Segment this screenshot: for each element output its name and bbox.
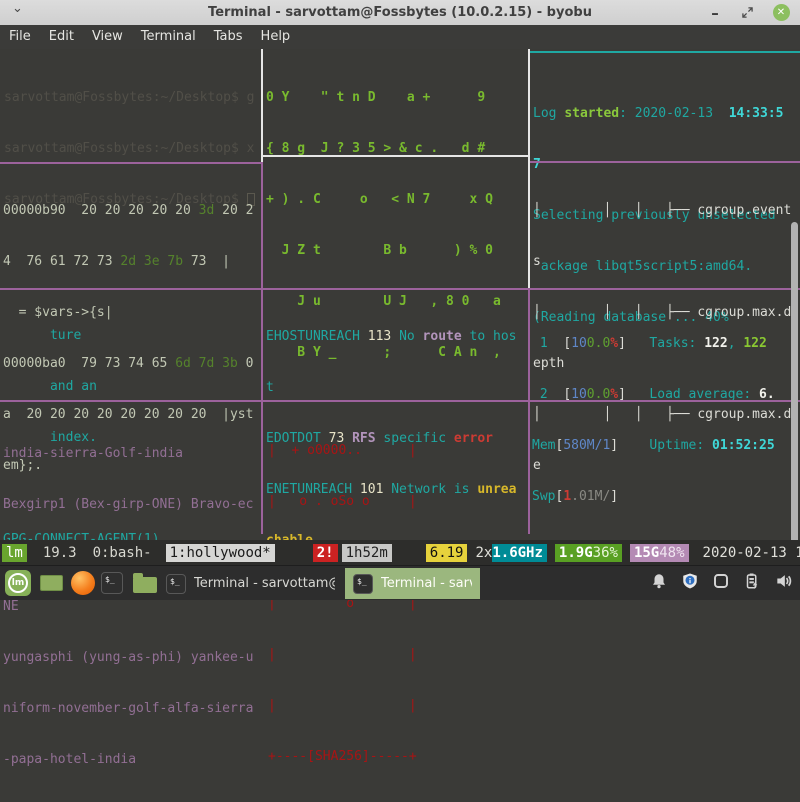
cpu-frequency: 1.6GHz	[492, 544, 547, 562]
scrollbar[interactable]	[791, 222, 798, 562]
menu-bar: File Edit View Terminal Tabs Help	[0, 25, 800, 49]
terminal-line: Swp[1.01M/]	[532, 488, 775, 505]
pane-border-vertical-2-top	[528, 49, 530, 289]
pane-htop[interactable]: 1 [100.0%] Tasks: 122, 122 2 [100.0%] Lo…	[532, 301, 775, 539]
terminal-line: Mem[580M/1] Uptime: 01:52:25	[532, 437, 775, 454]
taskbar: lm $_ $_ Terminal - sarvottam@Fos… $_ Te…	[0, 565, 800, 600]
terminal-line: niform-november-golf-alfa-sierra	[3, 700, 253, 717]
desktop-icon	[40, 575, 63, 591]
maximize-button[interactable]	[732, 0, 762, 25]
taskbar-window-2-active[interactable]: $_ Terminal - sarvottam@Fos…	[345, 568, 480, 599]
uptime-indicator: 1h52m	[342, 544, 392, 562]
workspace-square-icon[interactable]	[712, 572, 730, 594]
menu-help[interactable]: Help	[252, 25, 300, 49]
system-tray	[650, 566, 794, 600]
close-button[interactable]: ✕	[766, 0, 796, 25]
taskbar-window-1[interactable]: $_ Terminal - sarvottam@Fos…	[158, 568, 343, 599]
terminal-launcher[interactable]: $_	[101, 566, 123, 600]
terminal-line: s	[533, 253, 791, 270]
terminal-line: india-sierra-Golf-india	[3, 445, 253, 462]
distro-badge: lm	[2, 544, 27, 562]
menu-file[interactable]: File	[0, 25, 40, 49]
battery-icon[interactable]	[743, 572, 761, 594]
terminal-line: | + o0000.. |	[268, 442, 417, 459]
window-title: Terminal - sarvottam@Fossbytes (10.0.2.1…	[0, 5, 800, 20]
terminal-line: │ │ │ ├── cgroup.event	[533, 202, 791, 219]
terminal-line: J Z t B b ) % 0	[266, 242, 501, 259]
pane-border-h1-middle	[263, 155, 528, 157]
load-indicator: 6.19	[426, 544, 468, 562]
pane-border-h1-left	[0, 162, 261, 164]
menu-terminal[interactable]: Terminal	[132, 25, 205, 49]
terminal-line: NE	[3, 598, 253, 615]
pane-randomart[interactable]: | + o0000.. | | o . oSo o | | . + = | | …	[268, 408, 417, 799]
folder-icon	[133, 577, 157, 593]
terminal-line: -papa-hotel-india	[3, 751, 253, 768]
pane-border-vertical-1-bottom	[261, 162, 263, 534]
pane-border-teal-top	[530, 51, 800, 53]
minimize-button[interactable]: –	[700, 0, 730, 25]
volume-icon[interactable]	[774, 571, 794, 595]
byobu-window-0[interactable]: 0:bash-	[89, 544, 156, 562]
notifications-bell-icon[interactable]	[650, 572, 668, 594]
close-icon: ✕	[773, 4, 790, 21]
terminal-line: + ) . C o < N 7 x Q	[266, 191, 501, 208]
terminal-line: 1 [100.0%] Tasks: 122, 122	[532, 335, 775, 352]
distro-version: 19.3	[39, 544, 81, 562]
pane-phonetic[interactable]: india-sierra-Golf-india Bexgirp1 (Bex-gi…	[3, 411, 253, 802]
terminal-icon: $_	[166, 574, 186, 594]
alert-badge: 2!	[313, 544, 338, 562]
terminal-line: | |	[268, 697, 417, 714]
terminal-line: | |	[268, 646, 417, 663]
files-launcher[interactable]	[133, 566, 157, 600]
title-bar[interactable]: ⌄ Terminal - sarvottam@Fossbytes (10.0.2…	[0, 0, 800, 25]
mint-logo-icon: lm	[5, 570, 31, 596]
pane-border-h2	[0, 288, 800, 290]
terminal-line: EHOSTUNREACH 113 No route to hos	[266, 328, 516, 345]
terminal-line: ture	[3, 327, 160, 344]
terminal-line: Log started: 2020-02-13 14:33:5	[533, 105, 783, 122]
terminal-line: | o . oSo o |	[268, 493, 417, 510]
cpu-count: 2x	[471, 544, 492, 562]
memory-indicator: 1.9G36%	[555, 544, 622, 562]
terminal-icon: $_	[101, 572, 123, 594]
terminal-line: sarvottam@Fossbytes:~/Desktop$ x	[4, 140, 255, 157]
menu-tabs[interactable]: Tabs	[205, 25, 252, 49]
terminal-line: +----[SHA256]-----+	[268, 748, 417, 765]
terminal-line: 0 Y " t n D a + 9	[266, 89, 501, 106]
terminal-line: t	[266, 379, 516, 396]
firefox-icon	[71, 571, 95, 595]
show-desktop-button[interactable]	[40, 566, 63, 600]
disk-indicator: 15G48%	[630, 544, 689, 562]
terminal-screen[interactable]: sarvottam@Fossbytes:~/Desktop$ g sarvott…	[0, 49, 800, 540]
taskbar-window-label: Terminal - sarvottam@Fos…	[381, 576, 472, 591]
pane-border-vertical-2-bottom	[528, 289, 530, 534]
terminal-line: and an	[3, 378, 160, 395]
terminal-line: sarvottam@Fossbytes:~/Desktop$ g	[4, 89, 255, 106]
terminal-icon: $_	[353, 574, 373, 594]
terminal-line: 4 76 61 72 73 2d 3e 7b 73 |	[3, 253, 253, 270]
taskbar-window-label: Terminal - sarvottam@Fos…	[194, 576, 335, 591]
mint-menu-button[interactable]: lm	[5, 566, 31, 600]
byobu-status-bar: lm 19.3 0:bash- 1:hollywood* 2! 1h52m 6.…	[0, 540, 800, 565]
menu-view[interactable]: View	[83, 25, 132, 49]
byobu-window-1-active[interactable]: 1:hollywood*	[166, 544, 275, 562]
menu-edit[interactable]: Edit	[40, 25, 83, 49]
pane-border-vertical-1-top	[261, 49, 263, 162]
terminal-line: Bexgirp1 (Bex-girp-ONE) Bravo-ec	[3, 496, 253, 513]
firefox-launcher[interactable]	[71, 566, 95, 600]
chevron-down-icon[interactable]: ⌄	[12, 1, 23, 16]
update-shield-icon[interactable]	[681, 572, 699, 594]
terminal-line: 00000b90 20 20 20 20 20 3d 20 2	[3, 202, 253, 219]
restore-icon	[742, 7, 753, 18]
pane-border-h3	[0, 400, 800, 402]
terminal-line: yungasphi (yung-as-phi) yankee-u	[3, 649, 253, 666]
pane-border-h1-right	[530, 161, 800, 163]
clock: 2020-02-13 15:16:03	[699, 544, 800, 562]
